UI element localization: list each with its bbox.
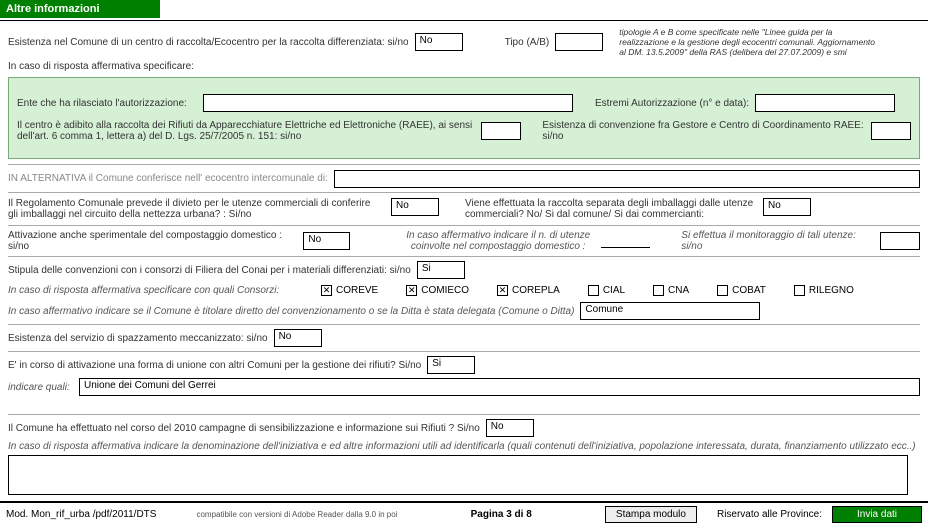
compostaggio-label: Attivazione anche sperimentale del compo…: [8, 230, 297, 252]
spazzamento-label: Esistenza del servizio di spazzamento me…: [8, 333, 268, 344]
campagne-textarea[interactable]: [8, 455, 908, 495]
section-header: Altre informazioni: [0, 0, 160, 18]
invia-button[interactable]: Invia dati: [832, 506, 922, 523]
consorzi-label: In caso di risposta affermativa specific…: [8, 285, 293, 296]
campagne-input[interactable]: No: [486, 419, 534, 437]
riservato-label: Riservato alle Province:: [717, 509, 822, 520]
raccolta-separata-label: Viene effettuata la raccolta separata de…: [465, 198, 755, 220]
conai-label: Stipula delle convenzioni con i consorzi…: [8, 265, 411, 276]
estremi-input[interactable]: [755, 94, 895, 112]
affermativa-label: In caso di risposta affermativa specific…: [8, 61, 920, 72]
spazzamento-input[interactable]: No: [274, 329, 322, 347]
affermativa-box: Ente che ha rilasciato l'autorizzazione:…: [8, 77, 920, 159]
campagne-sub-label: In caso di risposta affermativa indicare…: [8, 441, 920, 452]
tipologie-note: tipologie A e B come specificate nelle "…: [609, 27, 879, 57]
utenze-hint: In caso affermativo indicare il n. di ut…: [401, 230, 595, 252]
stampa-button[interactable]: Stampa modulo: [605, 506, 697, 523]
ente-label: Ente che ha rilasciato l'autorizzazione:: [17, 98, 197, 109]
cb-coreve[interactable]: ✕COREVE: [321, 285, 378, 296]
tipo-label: Tipo (A/B): [505, 37, 550, 48]
footer-compat: compatibile con versioni di Adobe Reader…: [196, 510, 397, 519]
regolamento-label: Il Regolamento Comunale prevede il divie…: [8, 198, 383, 220]
convenzione-input[interactable]: [871, 122, 911, 140]
conai-input[interactable]: Si: [417, 261, 465, 279]
cb-corepla[interactable]: ✕COREPLA: [497, 285, 560, 296]
utenze-input[interactable]: [601, 234, 650, 248]
cb-rilegno[interactable]: RILEGNO: [794, 285, 854, 296]
footer-bar: Mod. Mon_rif_urba /pdf/2011/DTS compatib…: [0, 501, 928, 526]
monitoraggio-label: Si effettua il monitoraggio di tali uten…: [681, 230, 874, 252]
cb-cna[interactable]: CNA: [653, 285, 689, 296]
raccolta-separata-input[interactable]: No: [763, 198, 811, 216]
ecocentro-input[interactable]: No: [415, 33, 463, 51]
convenzione-label: Esistenza di convenzione fra Gestore e C…: [542, 120, 865, 142]
unione-input[interactable]: Si: [427, 356, 475, 374]
raee-input[interactable]: [481, 122, 521, 140]
raee-label: Il centro è adibito alla raccolta dei Ri…: [17, 120, 475, 142]
q-ecocentro: Esistenza nel Comune di un centro di rac…: [8, 37, 409, 48]
regolamento-input[interactable]: No: [391, 198, 439, 216]
alternativa-label: IN ALTERNATIVA il Comune conferisce nell…: [8, 169, 328, 188]
ente-input[interactable]: [203, 94, 573, 112]
cb-cial[interactable]: CIAL: [588, 285, 625, 296]
indicare-quali-label: indicare quali:: [8, 382, 73, 393]
titolare-label: In caso affermativo indicare se il Comun…: [8, 306, 574, 317]
footer-model: Mod. Mon_rif_urba /pdf/2011/DTS: [6, 509, 156, 520]
campagne-label: Il Comune ha effettuato nel corso del 20…: [8, 423, 480, 434]
compostaggio-input[interactable]: No: [303, 232, 350, 250]
titolare-input[interactable]: Comune: [580, 302, 760, 320]
estremi-label: Estremi Autorizzazione (n° e data):: [595, 98, 749, 109]
cb-comieco[interactable]: ✕COMIECO: [406, 285, 469, 296]
page-indicator: Pagina 3 di 8: [471, 509, 532, 520]
unione-label: E' in corso di attivazione una forma di …: [8, 360, 421, 371]
cb-cobat[interactable]: COBAT: [717, 285, 766, 296]
alternativa-input[interactable]: [334, 170, 920, 188]
monitoraggio-input[interactable]: [880, 232, 920, 250]
indicare-quali-input[interactable]: Unione dei Comuni del Gerrei: [79, 378, 920, 396]
tipo-input[interactable]: [555, 33, 603, 51]
